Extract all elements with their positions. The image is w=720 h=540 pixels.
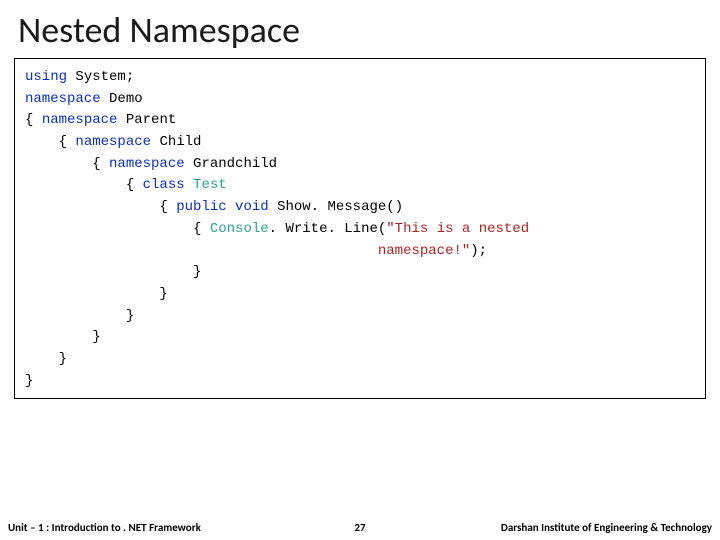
keyword: using bbox=[25, 69, 67, 85]
code-line: { namespace Child bbox=[25, 132, 695, 154]
footer-institute: Darshan Institute of Engineering & Techn… bbox=[390, 521, 714, 534]
keyword: class bbox=[143, 177, 185, 193]
code-text: { bbox=[25, 156, 109, 172]
string-literal: "This is a nested bbox=[386, 221, 529, 237]
code-text: { bbox=[25, 177, 143, 193]
code-text: { bbox=[25, 112, 42, 128]
code-line: { class Test bbox=[25, 175, 695, 197]
keyword: namespace bbox=[25, 91, 101, 107]
code-text: Child bbox=[151, 134, 201, 150]
footer-unit-title: Unit – 1 : Introduction to . NET Framewo… bbox=[6, 521, 330, 534]
code-line: } bbox=[25, 371, 695, 393]
code-text: System; bbox=[67, 69, 134, 85]
keyword: namespace bbox=[75, 134, 151, 150]
code-line: namespace!"); bbox=[25, 241, 695, 263]
slide-title: Nested Namespace bbox=[0, 0, 720, 58]
code-line: { namespace Grandchild bbox=[25, 154, 695, 176]
code-line: } bbox=[25, 349, 695, 371]
keyword: namespace bbox=[109, 156, 185, 172]
keyword: namespace bbox=[42, 112, 118, 128]
keyword: public bbox=[176, 199, 226, 215]
code-text bbox=[25, 243, 378, 259]
keyword: void bbox=[227, 199, 269, 215]
code-block: using System; namespace Demo { namespace… bbox=[14, 58, 706, 399]
code-line: } bbox=[25, 284, 695, 306]
code-text: { bbox=[25, 221, 210, 237]
code-text: . Write. Line( bbox=[269, 221, 387, 237]
slide-footer: Unit – 1 : Introduction to . NET Framewo… bbox=[0, 521, 720, 534]
code-line: } bbox=[25, 306, 695, 328]
code-text: { bbox=[25, 199, 176, 215]
code-line: } bbox=[25, 262, 695, 284]
code-line: { Console. Write. Line("This is a nested bbox=[25, 219, 695, 241]
code-line: { public void Show. Message() bbox=[25, 197, 695, 219]
type-name: Console bbox=[210, 221, 269, 237]
type-name: Test bbox=[185, 177, 227, 193]
code-line: } bbox=[25, 327, 695, 349]
code-text: Show. Message() bbox=[269, 199, 403, 215]
code-text: Demo bbox=[101, 91, 143, 107]
code-text: Grandchild bbox=[185, 156, 277, 172]
code-text: ); bbox=[470, 243, 487, 259]
code-line: { namespace Parent bbox=[25, 110, 695, 132]
code-text: { bbox=[25, 134, 75, 150]
page-number: 27 bbox=[330, 521, 390, 534]
code-line: namespace Demo bbox=[25, 89, 695, 111]
code-line: using System; bbox=[25, 67, 695, 89]
string-literal: namespace!" bbox=[378, 243, 470, 259]
code-text: Parent bbox=[117, 112, 176, 128]
